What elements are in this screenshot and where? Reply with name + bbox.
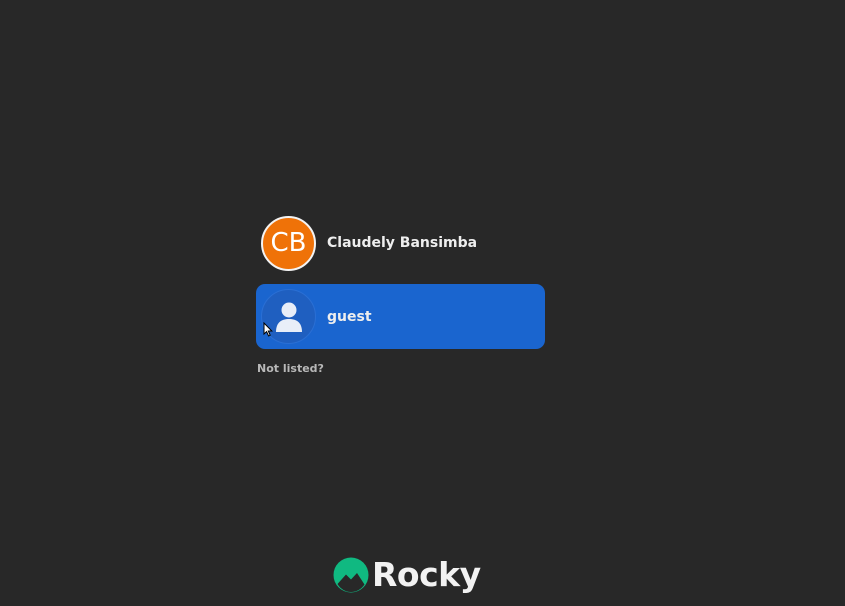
- distribution-branding: Rocky: [333, 555, 481, 595]
- person-icon: [275, 302, 302, 332]
- avatar: CB: [261, 215, 316, 271]
- login-screen: CB Claudely Bansimba guest Not listed? R…: [0, 0, 845, 606]
- rocky-logo-icon: [333, 557, 369, 593]
- user-item-guest[interactable]: guest: [256, 284, 545, 349]
- user-list: CB Claudely Bansimba guest: [256, 212, 545, 349]
- mouse-cursor-icon: [263, 322, 273, 337]
- user-item-claudely-bansimba[interactable]: CB Claudely Bansimba: [256, 212, 545, 274]
- user-name-label: Claudely Bansimba: [327, 235, 478, 251]
- not-listed-link[interactable]: Not listed?: [257, 362, 324, 375]
- brand-name: Rocky: [372, 555, 481, 594]
- user-name-label: guest: [327, 308, 372, 325]
- avatar-initials: CB: [270, 228, 307, 258]
